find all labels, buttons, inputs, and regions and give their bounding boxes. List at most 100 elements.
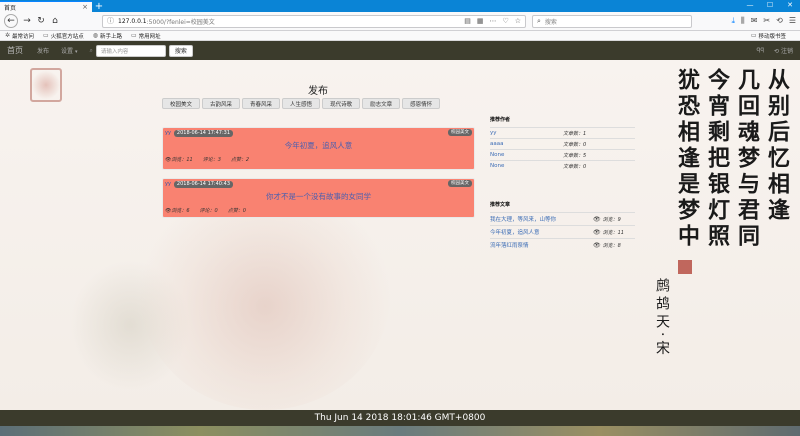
author-row: None 文章数：5: [490, 149, 635, 160]
user-link[interactable]: qq: [756, 46, 764, 55]
calligraphy-col: 犹恐相逢是梦中: [674, 68, 700, 250]
search-placeholder: 搜索: [544, 18, 557, 26]
calligraphy-col: 鹧鸪天·宋: [654, 278, 670, 359]
browser-search-input[interactable]: ⌕ 搜索: [532, 14, 692, 28]
tab-close-icon[interactable]: ×: [82, 3, 88, 11]
article-title[interactable]: 我在大理，等风来，山等你: [490, 215, 593, 223]
forward-icon[interactable]: →: [20, 14, 34, 28]
search-marker-icon: ⌕: [89, 46, 93, 54]
bookmark-label: 最常访问: [12, 33, 35, 40]
reload-icon[interactable]: ↻: [34, 14, 48, 28]
bookmark-common-sites[interactable]: ▭ 常用网址: [131, 32, 161, 40]
post-date: 2018-06-14 17:40:43: [173, 180, 234, 188]
author-name[interactable]: aaaa: [490, 141, 563, 147]
chat-icon[interactable]: ✉: [751, 16, 758, 26]
tab-classical[interactable]: 古韵风采: [202, 98, 241, 109]
browser-tab-bar: 首页 × + — ☐ ✕: [0, 0, 800, 12]
tab-life[interactable]: 人生感悟: [282, 98, 321, 109]
close-window-icon[interactable]: ✕: [780, 0, 800, 12]
post-stats: 👁浏览：11 评论：3 点赞：2: [163, 156, 474, 163]
tab-campus-essays[interactable]: 校园美文: [162, 98, 201, 109]
url-host: 127.0.0.1: [118, 17, 147, 25]
maximize-icon[interactable]: ☐: [760, 0, 780, 12]
post-header: yy 2018-06-14 17:47:31 校园美文: [163, 128, 474, 138]
article-row: 流年落红雨祭情 👁 浏览：8: [490, 238, 635, 251]
author-name[interactable]: None: [490, 163, 563, 169]
folder-icon: ▭: [131, 32, 137, 39]
tab-youth[interactable]: 青春风采: [242, 98, 281, 109]
post-title[interactable]: 你才不是一个没有故事的女同学: [163, 191, 474, 202]
article-views-count: 浏览：11: [602, 229, 624, 236]
post-author[interactable]: yy: [165, 130, 171, 136]
logout-link[interactable]: ⟲ 注销: [774, 46, 793, 55]
post-title[interactable]: 今年初夏，追风人意: [163, 140, 474, 151]
article-title[interactable]: 今年初夏，追风人意: [490, 228, 593, 236]
search-icon: ⌕: [537, 16, 541, 25]
article-title[interactable]: 流年落红雨祭情: [490, 241, 593, 249]
tab-gratitude[interactable]: 感恩情怀: [402, 98, 441, 109]
reader-view-icon[interactable]: ▤: [464, 17, 471, 25]
bookmark-most-visited[interactable]: ✲ 最常访问: [5, 32, 34, 40]
post-author[interactable]: yy: [165, 181, 171, 187]
site-search-button[interactable]: 搜索: [168, 44, 193, 57]
site-search-input[interactable]: 请输入内容: [95, 44, 166, 57]
article-views: 👁 浏览：9: [593, 216, 621, 223]
likes-count: 点赞：0: [227, 208, 246, 214]
url-tools: ▤ ▦ ⋯ ♡ ☆: [464, 17, 521, 25]
site-search-placeholder: 请输入内容: [100, 48, 129, 55]
download-icon[interactable]: ⤓: [731, 16, 735, 26]
author-name[interactable]: yy: [490, 130, 563, 136]
article-row: 今年初夏，追风人意 👁 浏览：11: [490, 225, 635, 238]
bookmarks-bar: ✲ 最常访问 ▭ 火狐官方站点 ◍ 新手上路 ▭ 常用网址 ▭ 移动版书签: [0, 31, 800, 41]
publish-link[interactable]: 发布: [37, 46, 49, 55]
screenshot-icon[interactable]: ✂: [763, 16, 770, 26]
settings-dropdown[interactable]: 设置 ▾: [61, 46, 78, 55]
menu-icon[interactable]: ☰: [789, 16, 796, 26]
author-name[interactable]: None: [490, 152, 563, 158]
authors-title: 推荐作者: [490, 117, 511, 123]
minimize-icon[interactable]: —: [740, 0, 760, 12]
url-bar[interactable]: ⓘ 127.0.0.1 :5000/?fenlei=校园美文 ▤ ▦ ⋯ ♡ ☆: [102, 14, 526, 28]
tab-inspirational[interactable]: 励志文章: [362, 98, 401, 109]
more-actions-icon[interactable]: ⋯: [489, 17, 496, 25]
browser-tab[interactable]: 首页 ×: [0, 1, 92, 12]
views-count: 浏览：6: [171, 208, 190, 214]
post-stats: 👁浏览：6 评论：0 点赞：0: [163, 207, 474, 214]
browser-nav-bar: ← → ↻ ⌂ ⓘ 127.0.0.1 :5000/?fenlei=校园美文 ▤…: [0, 12, 800, 31]
desktop-wallpaper-strip: [0, 426, 800, 436]
footer-clock: Thu Jun 14 2018 18:01:46 GMT+0800: [0, 410, 800, 426]
tab-modern-poetry[interactable]: 现代诗歌: [322, 98, 361, 109]
post-card[interactable]: yy 2018-06-14 17:47:31 校园美文 今年初夏，追风人意 👁浏…: [162, 127, 475, 170]
post-date: 2018-06-14 17:47:31: [173, 129, 234, 137]
author-row: None 文章数：0: [490, 160, 635, 171]
bookmark-getting-started[interactable]: ◍ 新手上路: [93, 32, 122, 40]
bookmark-label: 新手上路: [99, 33, 122, 40]
library-icon[interactable]: ⫼: [741, 16, 745, 26]
author-article-count: 文章数：1: [563, 130, 587, 137]
home-link[interactable]: 首页: [7, 45, 23, 56]
article-views-count: 浏览：9: [602, 216, 621, 223]
page-title: 发布: [308, 86, 328, 97]
home-icon[interactable]: ⌂: [48, 14, 62, 28]
gear-icon: ✲: [5, 32, 11, 39]
tab-title: 首页: [4, 4, 17, 12]
bookmark-star-icon[interactable]: ☆: [515, 17, 521, 25]
calligraphy-col: 从别后忆相逢: [764, 68, 790, 224]
author-row: yy 文章数：1: [490, 127, 635, 138]
bookmark-mobile[interactable]: ▭ 移动版书签: [751, 32, 786, 40]
back-icon[interactable]: ←: [4, 14, 18, 28]
bookmark-label: 火狐官方站点: [50, 33, 84, 40]
info-icon[interactable]: ⓘ: [107, 16, 114, 26]
logout-icon: ⟲: [774, 48, 780, 55]
comments-count: 评论：3: [202, 157, 221, 163]
pocket-icon[interactable]: ♡: [502, 17, 508, 25]
post-category-badge: 校园美文: [448, 180, 472, 187]
page-grid-icon[interactable]: ▦: [477, 17, 484, 25]
views-stat: 👁浏览：6: [165, 207, 190, 214]
sync-icon[interactable]: ⟲: [776, 16, 783, 26]
new-tab-button[interactable]: +: [92, 1, 106, 12]
post-card[interactable]: yy 2018-06-14 17:40:43 校园美文 你才不是一个没有故事的女…: [162, 178, 475, 218]
bookmark-firefox-site[interactable]: ▭ 火狐官方站点: [43, 32, 84, 40]
bookmark-label: 移动版书签: [758, 33, 786, 40]
article-views: 👁 浏览：11: [593, 229, 624, 236]
